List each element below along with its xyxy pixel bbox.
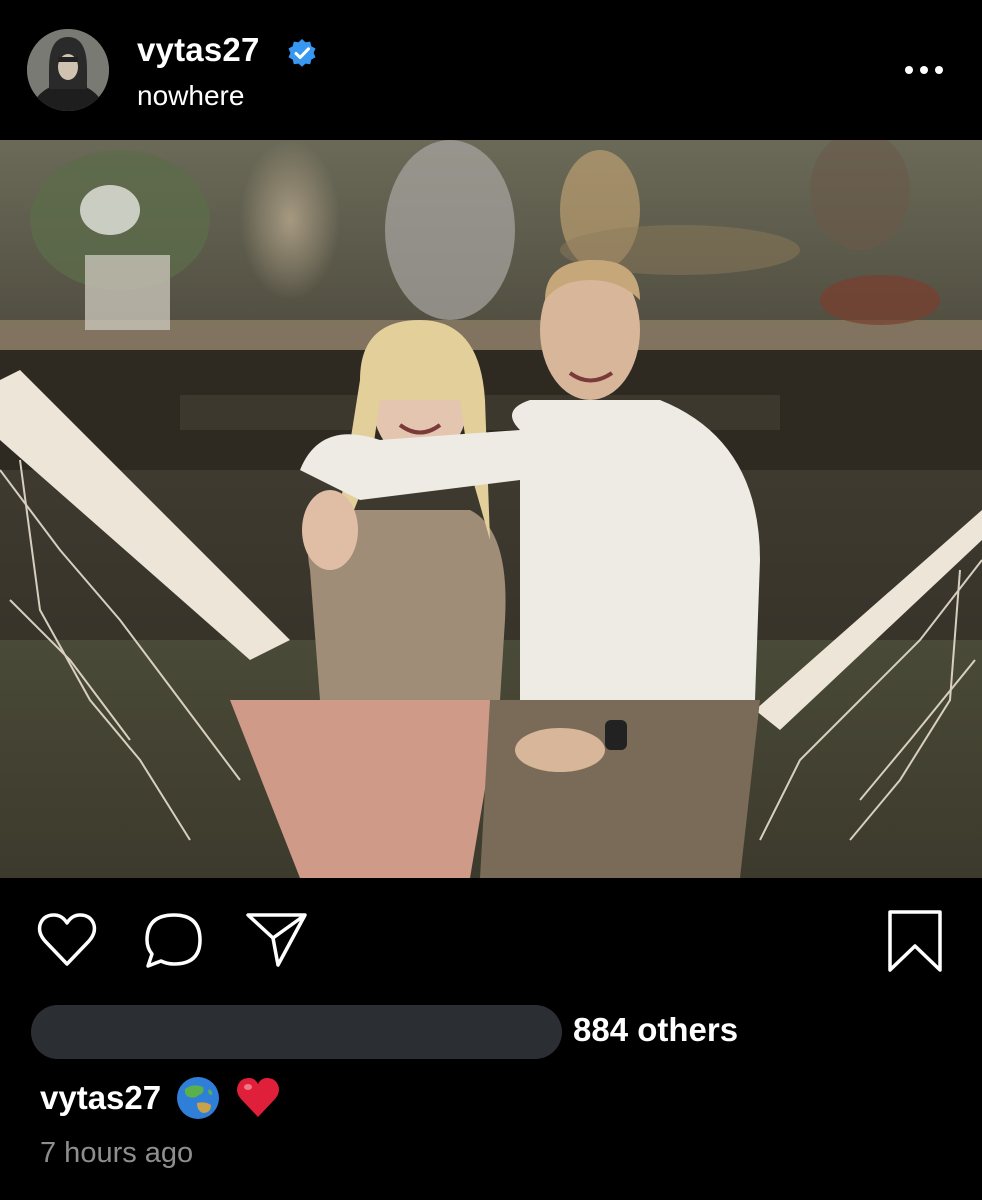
likes-row: 884 others	[0, 1000, 982, 1064]
post-header: vytas27 nowhere	[0, 0, 982, 140]
heart-outline-icon[interactable]	[36, 911, 98, 969]
avatar[interactable]	[27, 29, 109, 111]
more-options-icon[interactable]	[898, 55, 950, 85]
caption-username[interactable]: vytas27	[40, 1078, 161, 1118]
comment-bubble-icon[interactable]	[143, 911, 205, 969]
post-location[interactable]: nowhere	[137, 78, 244, 114]
verified-badge-icon	[288, 39, 316, 67]
globe-asia-australia-emoji-icon	[177, 1077, 220, 1119]
likes-count[interactable]: 884 others	[573, 1010, 738, 1050]
likes-redaction	[31, 1005, 562, 1059]
bookmark-outline-icon[interactable]	[886, 908, 944, 974]
caption: vytas27	[40, 1073, 281, 1123]
username[interactable]: vytas27	[137, 30, 260, 70]
paper-plane-icon[interactable]	[245, 911, 309, 969]
red-heart-emoji-icon	[237, 1078, 280, 1117]
action-bar	[0, 878, 982, 998]
post-photo[interactable]	[0, 140, 982, 878]
post-timestamp: 7 hours ago	[40, 1137, 194, 1169]
